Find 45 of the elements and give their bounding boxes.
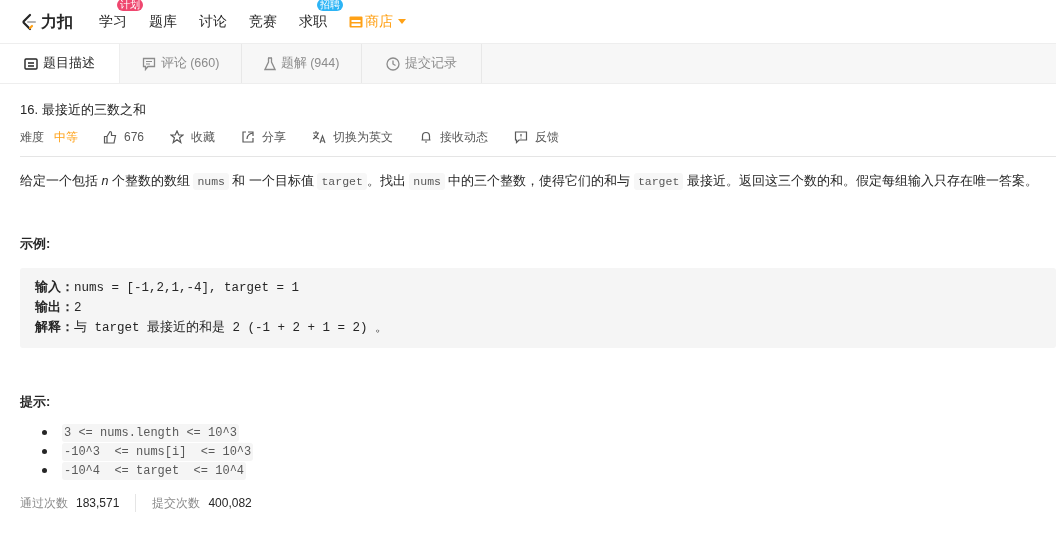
bell-icon	[419, 130, 434, 144]
logo-icon[interactable]	[20, 12, 38, 31]
action-button[interactable]: 676	[103, 128, 145, 146]
stat-value: 183,571	[76, 495, 120, 512]
action-button[interactable]: 反馈	[514, 128, 560, 146]
example-block: 输入：nums = [-1,2,1,-4], target = 1 输出：2 解释：与 target 最接近的和是 2 (-1 + 2 + 1 = 2) 。	[20, 267, 1056, 348]
thumbs-up-icon	[103, 130, 117, 144]
bullet-icon	[42, 468, 47, 473]
translate-icon	[312, 130, 327, 144]
hint-code: 3 <= nums.length <= 10^3	[62, 423, 239, 442]
feedback-icon	[514, 130, 529, 144]
stat-label: 提交次数	[152, 495, 201, 512]
problem-title: 16. 最接近的三数之和	[20, 101, 147, 119]
difficulty-label: 难度	[20, 129, 44, 146]
stat-label: 通过次数	[20, 495, 68, 512]
nav-link[interactable]: 讨论	[199, 11, 227, 32]
hint-code: -10^3 <= nums[i] <= 10^3	[62, 442, 254, 461]
logo-text[interactable]: 力扣	[41, 9, 73, 34]
nav-link[interactable]: 题库	[149, 11, 177, 32]
action-button[interactable]: 收藏	[170, 128, 216, 146]
tab[interactable]: 题目描述	[0, 44, 120, 83]
hint-code: -10^4 <= target <= 10^4	[62, 461, 247, 480]
store-icon	[349, 15, 363, 28]
caret-icon	[398, 19, 406, 24]
example-heading: 示例:	[20, 235, 52, 253]
clock-icon	[386, 56, 400, 71]
flask-icon	[263, 56, 276, 71]
star-icon	[170, 130, 185, 144]
hints-heading: 提示:	[20, 392, 52, 411]
difficulty-tag: 中等	[54, 128, 78, 146]
share-icon	[241, 130, 256, 144]
bullet-icon	[42, 430, 47, 435]
document-icon	[24, 57, 38, 70]
comment-icon	[141, 56, 156, 71]
nav-badge: 计划	[117, 0, 143, 11]
nav-link[interactable]: 求职	[299, 11, 327, 32]
description-text: 给定一个包括 n 个整数的数组 nums 和 一个目标值 target 。找出 nums 中的三个整数，使得它们的和与 target 最接近。返回这三个数的和。假定每组输入只存在唯一答案。	[20, 172, 1036, 192]
bullet-icon	[42, 449, 47, 454]
action-button[interactable]: 分享	[241, 128, 287, 146]
action-button[interactable]: 切换为英文	[312, 128, 394, 146]
stat-value: 400,082	[208, 495, 252, 512]
action-button[interactable]: 接收动态	[419, 128, 489, 146]
nav-link[interactable]: 学习	[99, 11, 127, 32]
nav-link[interactable]: 竞赛	[249, 11, 277, 32]
nav-badge: 招聘	[317, 0, 343, 11]
